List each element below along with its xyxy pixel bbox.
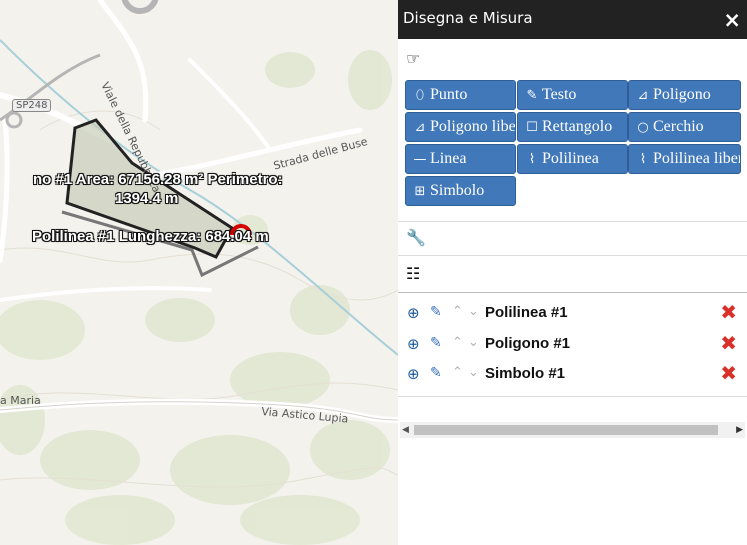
road-label-maria: a Maria xyxy=(0,394,41,407)
symbol-icon: ⊞ xyxy=(414,184,426,199)
map-view[interactable]: SP248 Viale della Repubblica Strada dell… xyxy=(0,0,398,545)
polygon-area-label-line2: 1394.4 m xyxy=(115,190,179,207)
chevron-down-icon[interactable]: ⌄ xyxy=(468,335,479,350)
poligono-libero-label: Poligono libero xyxy=(430,118,516,135)
map-canvas[interactable] xyxy=(0,0,398,545)
zoom-in-icon[interactable]: ⊕ xyxy=(407,335,420,353)
delete-icon[interactable]: ✖ xyxy=(720,361,737,385)
road-label-sp248: SP248 xyxy=(12,99,52,112)
chevron-up-icon[interactable]: ⌃ xyxy=(452,304,463,319)
list-header-section: ☷ xyxy=(398,256,747,293)
chevron-up-icon[interactable]: ⌃ xyxy=(452,335,463,350)
rettangolo-label: Rettangolo xyxy=(542,118,613,135)
polilinea-button[interactable]: ⌇ Polilinea xyxy=(517,144,628,174)
linea-button[interactable]: — Linea xyxy=(405,144,516,174)
chevron-down-icon[interactable]: ⌄ xyxy=(468,365,479,380)
panel-title: Disegna e Misura xyxy=(403,9,533,27)
poligono-libero-button[interactable]: ⊿ Poligono libero xyxy=(405,112,516,142)
drawn-items-list: ⊕ ✎ ⌃ ⌄ Polilinea #1 ✖ ⊕ ✎ ⌃ ⌄ Poligono … xyxy=(398,293,747,398)
punto-label: Punto xyxy=(430,86,468,103)
tools-section: 🔧 xyxy=(398,222,747,256)
testo-label: Testo xyxy=(542,86,577,103)
rettangolo-button[interactable]: ☐ Rettangolo xyxy=(517,112,628,142)
polygon-area-label-line1: no #1 Area: 67156.28 m² Perimetro: xyxy=(33,171,283,188)
rectangle-icon: ☐ xyxy=(526,120,538,135)
item-name: Polilinea #1 xyxy=(485,304,568,321)
scroll-right-arrow-icon[interactable]: ▶ xyxy=(736,424,743,435)
simbolo-button[interactable]: ⊞ Simbolo xyxy=(405,176,516,206)
list-item: ⊕ ✎ ⌃ ⌄ Poligono #1 ✖ xyxy=(398,330,747,360)
pin-icon: ⬯ xyxy=(415,88,425,103)
pencil-icon: ✎ xyxy=(526,88,538,103)
wrench-icon[interactable]: 🔧 xyxy=(406,228,426,247)
cerchio-button[interactable]: ○ Cerchio xyxy=(628,112,741,142)
list-footer-divider xyxy=(398,396,747,397)
polilinea-libera-button[interactable]: ⌇ Polilinea libera xyxy=(628,144,741,174)
item-name: Poligono #1 xyxy=(485,335,571,352)
polyline-icon: ⌇ xyxy=(528,152,536,167)
delete-icon[interactable]: ✖ xyxy=(720,331,737,355)
scrollbar-thumb[interactable] xyxy=(414,425,718,435)
polilinea-libera-label: Polilinea libera xyxy=(653,150,741,167)
draw-section: ☞ ⬯ Punto ✎ Testo ⊿ Poligono ⊿ Poligono libe… xyxy=(398,39,747,222)
draw-measure-panel: Disegna e Misura × ☞ ⬯ Punto ✎ Testo ⊿ Poli… xyxy=(398,0,747,545)
circle-icon: ○ xyxy=(637,120,649,135)
polygon-free-icon: ⊿ xyxy=(414,120,426,135)
zoom-in-icon[interactable]: ⊕ xyxy=(407,304,420,322)
simbolo-label: Simbolo xyxy=(430,182,485,199)
punto-button[interactable]: ⬯ Punto xyxy=(405,80,516,110)
poligono-button[interactable]: ⊿ Poligono xyxy=(628,80,741,110)
cerchio-label: Cerchio xyxy=(653,118,704,135)
pointer-icon[interactable]: ☞ xyxy=(406,49,420,68)
close-icon[interactable]: × xyxy=(723,8,741,32)
polyline-free-icon: ⌇ xyxy=(639,152,647,167)
chevron-up-icon[interactable]: ⌃ xyxy=(452,365,463,380)
list-item: ⊕ ✎ ⌃ ⌄ Simbolo #1 ✖ xyxy=(398,360,747,390)
delete-icon[interactable]: ✖ xyxy=(720,300,737,324)
poligono-label: Poligono xyxy=(653,86,711,103)
chevron-down-icon[interactable]: ⌄ xyxy=(468,304,479,319)
edit-pencil-icon[interactable]: ✎ xyxy=(430,304,442,320)
list-item: ⊕ ✎ ⌃ ⌄ Polilinea #1 ✖ xyxy=(398,299,747,329)
list-icon[interactable]: ☷ xyxy=(406,264,420,283)
scroll-left-arrow-icon[interactable]: ◀ xyxy=(402,424,409,435)
polilinea-label: Polilinea xyxy=(542,150,599,167)
line-icon: — xyxy=(413,152,427,167)
horizontal-scrollbar[interactable]: ◀ ▶ xyxy=(400,422,745,438)
zoom-in-icon[interactable]: ⊕ xyxy=(407,365,420,383)
polyline-length-label: Polilinea #1 Lunghezza: 684.04 m xyxy=(32,228,269,245)
edit-pencil-icon[interactable]: ✎ xyxy=(430,365,442,381)
linea-label: Linea xyxy=(430,150,467,167)
item-name: Simbolo #1 xyxy=(485,365,566,382)
edit-pencil-icon[interactable]: ✎ xyxy=(430,335,442,351)
polygon-icon: ⊿ xyxy=(637,88,649,103)
panel-header: Disegna e Misura × xyxy=(398,0,747,39)
testo-button[interactable]: ✎ Testo xyxy=(517,80,628,110)
